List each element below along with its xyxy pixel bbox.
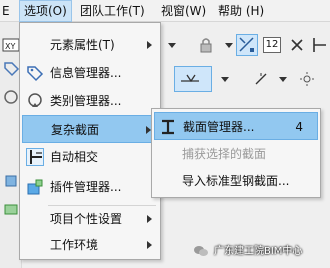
menu-item-label: 捕获选择的截面: [182, 147, 267, 161]
menu-item-complex-profile[interactable]: 复杂截面: [22, 115, 158, 143]
submenu-item-profile-manager[interactable]: 截面管理器... 4: [154, 112, 318, 140]
tag-icon: [27, 66, 44, 82]
sun-icon[interactable]: [298, 70, 316, 88]
wechat-logo-icon: [194, 246, 208, 256]
snap-grid-icon[interactable]: [236, 34, 258, 56]
menu-help[interactable]: 帮助 (H): [214, 0, 268, 22]
menu-bar: E 选项(O) 团队工作(T) 视窗(W) 帮助 (H): [0, 0, 330, 22]
menu-item-category-manager[interactable]: 类别管理器...: [22, 87, 158, 115]
menu-item-work-environment[interactable]: 工作环境: [22, 231, 158, 259]
menu-item-info-manager[interactable]: 信息管理器...: [22, 59, 158, 87]
menu-window[interactable]: 视窗(W): [157, 0, 210, 22]
shortcut-label: 4: [295, 120, 303, 134]
submenu-item-capture-profile[interactable]: 捕获选择的截面: [154, 140, 318, 168]
more-tools-icon[interactable]: [312, 36, 330, 54]
lock-icon[interactable]: [197, 36, 215, 54]
i-beam-icon: [162, 119, 174, 135]
menu-item-auto-intersect[interactable]: 自动相交: [22, 143, 158, 171]
menu-item-label: 插件管理器...: [50, 180, 122, 194]
submenu-arrow-icon: [147, 241, 152, 249]
menu-teamwork[interactable]: 团队工作(T): [76, 0, 149, 22]
measure-icon: [181, 74, 199, 83]
menu-item-label: 导入标准型钢截面...: [182, 174, 290, 188]
measure-tool-button[interactable]: [174, 66, 212, 92]
menu-item-element-properties[interactable]: 元素属性(T): [22, 31, 158, 59]
menu-item-label: 元素属性(T): [50, 38, 115, 52]
svg-text:XY: XY: [5, 42, 15, 51]
options-menu: 元素属性(T) 信息管理器... 类别管理器... 复杂截面 自动相交 插件管理…: [19, 22, 161, 260]
dropdown-arrow-icon[interactable]: [163, 36, 181, 54]
tag-small-icon[interactable]: [2, 60, 20, 78]
menu-options[interactable]: 选项(O): [19, 0, 72, 22]
menu-item-label: 截面管理器...: [183, 120, 255, 134]
menu-item-project-preferences[interactable]: 项目个性设置: [22, 205, 158, 233]
plugin-icon: [27, 179, 43, 195]
menu-item-label: 复杂截面: [51, 123, 100, 137]
circle-small-icon[interactable]: [2, 88, 20, 106]
menu-item-label: 项目个性设置: [50, 212, 123, 226]
tool-icon[interactable]: [2, 172, 20, 190]
category-icon: [28, 93, 42, 107]
angle-icon[interactable]: [252, 70, 270, 88]
menu-item-label: 自动相交: [50, 150, 99, 164]
cross-snap-icon[interactable]: [288, 36, 306, 54]
submenu-item-import-steel-profile[interactable]: 导入标准型钢截面...: [154, 167, 318, 195]
dropdown-arrow-icon-4[interactable]: [274, 70, 292, 88]
menu-item-label: 类别管理器...: [50, 94, 122, 108]
menu-item-label: 工作环境: [50, 238, 99, 252]
xy-coordinate-icon[interactable]: XY: [2, 36, 20, 54]
complex-profile-submenu: 截面管理器... 4 捕获选择的截面 导入标准型钢截面...: [151, 108, 321, 198]
watermark-text: 广东建工院BIM中心: [214, 246, 303, 257]
menu-item-label: 信息管理器...: [50, 66, 122, 80]
plugin-small-icon[interactable]: [2, 200, 20, 218]
menu-item-plugin-manager[interactable]: 插件管理器...: [22, 173, 158, 201]
auto-intersect-icon: [26, 148, 44, 166]
dropdown-arrow-icon-3[interactable]: [216, 70, 234, 88]
menu-overflow[interactable]: E: [0, 0, 12, 22]
submenu-arrow-icon: [147, 215, 152, 223]
dimension-field[interactable]: 12: [263, 37, 281, 53]
submenu-arrow-icon: [147, 41, 152, 49]
overflow-glyph: E: [2, 4, 10, 18]
